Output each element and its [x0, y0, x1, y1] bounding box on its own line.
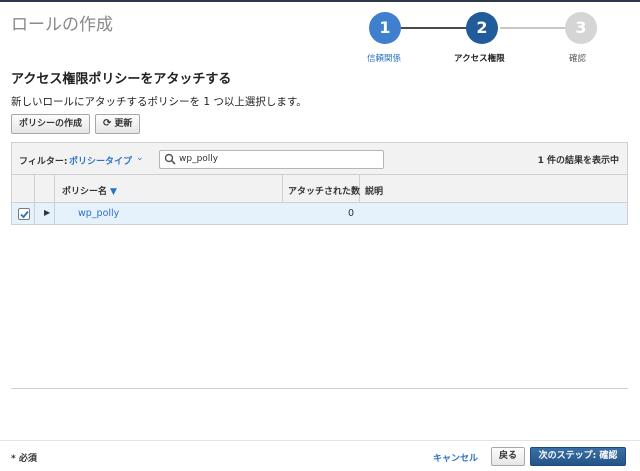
create-policy-button[interactable]: ポリシーの作成 — [11, 114, 91, 134]
section-title: アクセス権限ポリシーをアタッチする — [11, 72, 232, 87]
step-3-label: 確認 — [569, 54, 587, 64]
search-input[interactable]: wp_polly — [159, 150, 384, 169]
column-divider — [54, 203, 55, 225]
policy-name-link[interactable]: wp_polly — [78, 208, 119, 219]
chevron-down-icon[interactable]: ⌄ — [136, 153, 144, 163]
top-border — [0, 0, 640, 2]
result-count: 1 件の結果を表示中 — [537, 156, 619, 166]
filter-label: フィルター: — [19, 157, 68, 167]
step-connector-1 — [393, 27, 475, 29]
search-input-value[interactable]: wp_polly — [179, 154, 218, 164]
table-header: ポリシー名 ▼ アタッチされた数 説明 — [12, 175, 627, 203]
column-header-attached[interactable]: アタッチされた数 — [288, 184, 360, 197]
column-header-label: ポリシー名 — [62, 187, 108, 197]
expand-row-icon[interactable]: ▶ — [44, 208, 50, 217]
section-description: 新しいロールにアタッチするポリシーを 1 つ以上選択します。 — [11, 96, 307, 108]
sort-desc-icon: ▼ — [110, 187, 117, 197]
column-header-policy-name[interactable]: ポリシー名 ▼ — [62, 184, 117, 197]
column-divider — [54, 175, 55, 203]
check-icon — [20, 210, 29, 219]
step-3-circle: 3 — [565, 12, 597, 44]
footer-divider — [0, 440, 640, 441]
step-2-label: アクセス権限 — [454, 54, 505, 64]
step-1-label[interactable]: 信頼関係 — [367, 52, 401, 64]
refresh-label: 更新 — [114, 119, 133, 129]
content-divider — [11, 388, 628, 389]
column-divider — [282, 175, 283, 203]
policy-table: フィルター: ポリシータイプ ⌄ wp_polly 1 件の結果を表示中 ポリシ… — [11, 142, 628, 225]
wizard-steps: 1 2 3 信頼関係 アクセス権限 確認 — [360, 12, 620, 64]
step-1-circle[interactable]: 1 — [369, 12, 401, 44]
filter-bar: フィルター: ポリシータイプ ⌄ wp_polly 1 件の結果を表示中 — [12, 143, 627, 175]
column-header-description[interactable]: 説明 — [365, 184, 383, 197]
cancel-link[interactable]: キャンセル — [433, 451, 478, 464]
filter-type-dropdown[interactable]: ポリシータイプ — [69, 154, 132, 167]
column-divider — [34, 175, 35, 203]
refresh-icon: ⟳ — [103, 118, 112, 129]
back-button[interactable]: 戻る — [491, 447, 526, 466]
required-note: * 必須 — [11, 454, 37, 464]
page-title: ロールの作成 — [11, 15, 113, 35]
step-2-circle: 2 — [466, 12, 498, 44]
refresh-button[interactable]: ⟳ 更新 — [95, 114, 141, 134]
row-checkbox[interactable] — [18, 208, 30, 220]
next-step-button[interactable]: 次のステップ: 確認 — [530, 447, 626, 466]
table-row[interactable]: ▶ wp_polly 0 — [12, 203, 627, 225]
column-divider — [34, 203, 35, 225]
search-icon — [164, 153, 176, 165]
attached-count: 0 — [347, 208, 354, 219]
